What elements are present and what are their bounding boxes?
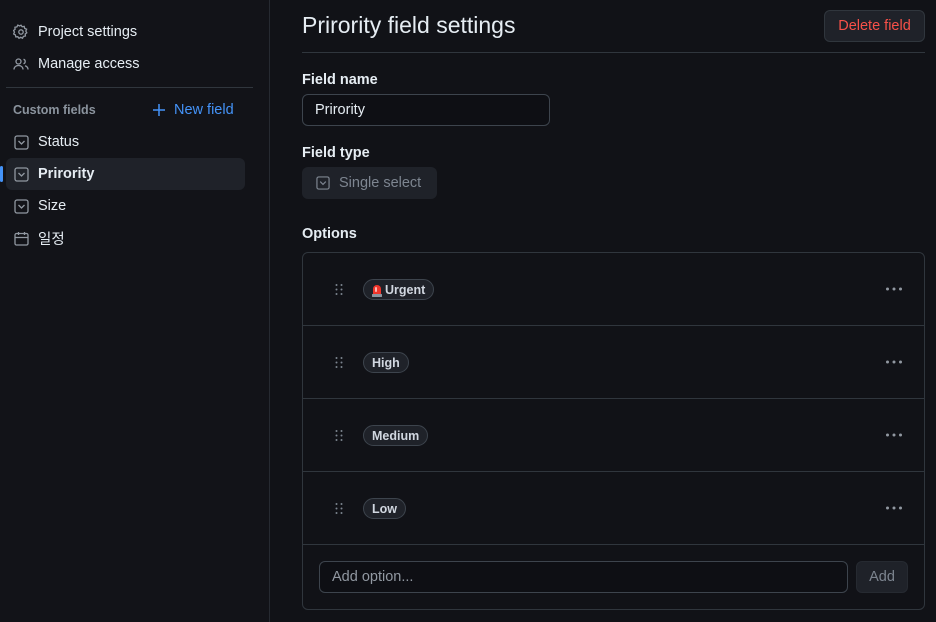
rotating-light-icon [372, 284, 382, 297]
drag-handle-icon[interactable] [334, 356, 344, 369]
delete-field-button[interactable]: Delete field [824, 10, 925, 42]
sidebar-item-project-settings[interactable]: Project settings [6, 16, 245, 48]
more-options-icon[interactable] [885, 281, 903, 297]
calendar-icon [13, 230, 29, 246]
field-name-input[interactable] [302, 94, 550, 126]
more-options-icon[interactable] [885, 427, 903, 443]
option-row-urgent: Urgent [303, 253, 924, 326]
custom-fields-heading: Custom fields [13, 103, 96, 117]
drag-handle-icon[interactable] [334, 502, 344, 515]
option-label: Low [372, 501, 397, 516]
options-list: Urgent High Medium Low Add option... Add [302, 252, 925, 610]
plus-icon [152, 103, 166, 117]
option-row-medium: Medium [303, 399, 924, 472]
single-select-icon [13, 198, 29, 214]
field-type-label: Field type [302, 145, 370, 161]
option-pill: High [363, 352, 409, 373]
sidebar-item-label: Prirority [38, 166, 95, 182]
new-field-button[interactable]: New field [152, 100, 234, 120]
sidebar-item-size[interactable]: Size [6, 190, 245, 222]
more-options-icon[interactable] [885, 500, 903, 516]
sidebar-divider [6, 87, 253, 88]
add-option-input[interactable] [319, 561, 848, 593]
sidebar-item-label: Status [38, 134, 80, 150]
option-row-low: Low [303, 472, 924, 545]
more-options-icon[interactable] [885, 354, 903, 370]
title-divider [302, 52, 925, 53]
option-label: Medium [372, 428, 420, 443]
gear-icon [13, 24, 29, 40]
option-label: High [372, 355, 400, 370]
field-name-label: Field name [302, 72, 378, 88]
sidebar-item-label: 일정 [38, 231, 65, 248]
add-option-button[interactable]: Add [856, 561, 908, 593]
sidebar-item-schedule[interactable]: 일정 [6, 222, 245, 254]
sidebar-item-label: Project settings [38, 24, 138, 40]
single-select-icon [13, 166, 29, 182]
drag-handle-icon[interactable] [334, 429, 344, 442]
field-type-value: Single select [339, 175, 422, 191]
active-indicator [0, 166, 3, 182]
sidebar-item-manage-access[interactable]: Manage access [6, 48, 245, 80]
option-pill: Medium [363, 425, 429, 446]
single-select-icon [13, 134, 29, 150]
single-select-icon [316, 176, 330, 190]
sidebar: Project settings Manage access Custom fi… [0, 0, 270, 622]
option-pill: Urgent [363, 279, 435, 300]
option-row-high: High [303, 326, 924, 399]
new-field-label: New field [174, 102, 234, 118]
sidebar-item-label: Size [38, 198, 67, 214]
sidebar-item-label: Manage access [38, 56, 140, 72]
sidebar-item-status[interactable]: Status [6, 126, 245, 158]
options-label: Options [302, 226, 357, 242]
option-label: Urgent [385, 282, 426, 297]
field-type-select: Single select [302, 167, 437, 199]
app-root: Project settings Manage access Custom fi… [0, 0, 936, 622]
sidebar-item-prirority[interactable]: Prirority [0, 158, 245, 190]
drag-handle-icon[interactable] [334, 283, 344, 296]
people-icon [13, 56, 29, 72]
option-pill: Low [363, 498, 406, 519]
page-title: Prirority field settings [302, 12, 516, 38]
